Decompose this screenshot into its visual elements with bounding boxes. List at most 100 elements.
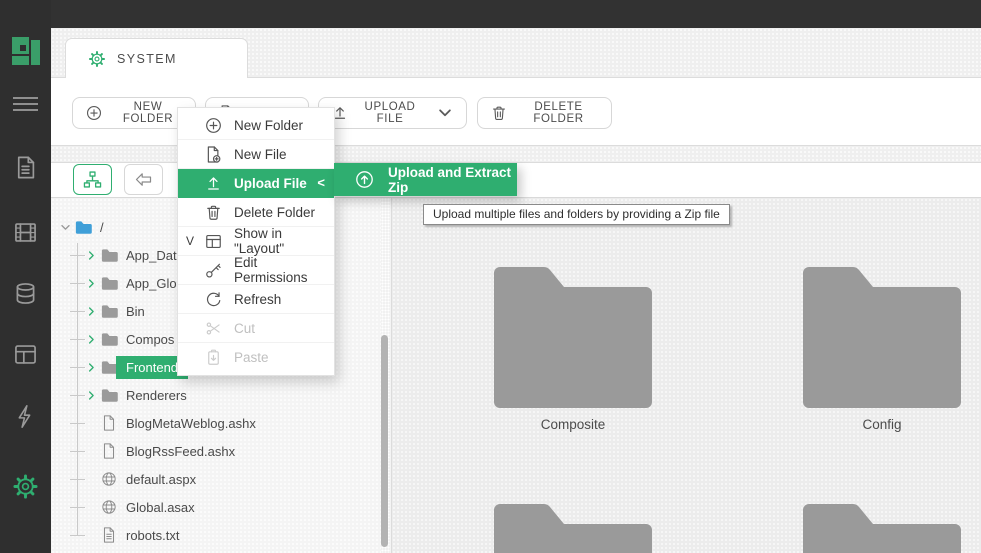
expander-right-icon[interactable] <box>85 277 98 290</box>
tree-item-label: App_Glo <box>126 275 177 291</box>
plus-circle-icon <box>204 116 223 135</box>
tooltip-text: Upload multiple files and folders by pro… <box>433 207 720 221</box>
folder-tile[interactable] <box>797 494 967 553</box>
button-label: UPLOAD FILE <box>364 101 416 125</box>
file-blank-icon <box>100 442 118 460</box>
tab-label: SYSTEM <box>117 52 177 66</box>
tree-item-label: Renderers <box>126 387 187 403</box>
tree-item-blogmetaweblog-ashx[interactable]: BlogMetaWeblog.ashx <box>51 409 391 437</box>
sidebar-item-content[interactable] <box>0 147 51 187</box>
lightning-icon <box>12 403 39 430</box>
tooltip: Upload multiple files and folders by pro… <box>423 204 730 225</box>
content-panel: Composite Config <box>392 198 981 553</box>
plus-circle-icon <box>85 104 103 122</box>
tree-item-label: default.aspx <box>126 471 197 487</box>
key-icon <box>204 261 223 280</box>
menu-item-label: Edit Permissions <box>234 255 308 285</box>
tree-connector <box>70 339 85 340</box>
checkmark: V <box>186 234 195 248</box>
app-window: SYSTEM NEW FOLDER UPLOAD FILE DELETE FOLDE… <box>0 0 981 553</box>
sidebar-item-functions[interactable] <box>0 396 51 436</box>
folder-open-icon <box>74 218 92 236</box>
org-chart-icon <box>82 169 103 190</box>
folder-tile-config[interactable]: Config <box>797 257 967 432</box>
folder-icon <box>488 494 658 553</box>
tree-connector <box>70 255 85 256</box>
tree-connector <box>70 507 85 508</box>
sidebar-item-media[interactable] <box>0 212 51 252</box>
tree-item-renderers[interactable]: Renderers <box>51 381 391 409</box>
layout-icon <box>204 232 223 251</box>
menu-item-refresh[interactable]: Refresh <box>178 285 334 314</box>
menu-item-delete-folder[interactable]: Delete Folder <box>178 198 334 227</box>
folder-icon <box>488 257 658 408</box>
sidebar-item-system[interactable] <box>0 466 51 506</box>
folder-icon <box>797 257 967 408</box>
expander-down-icon[interactable] <box>59 221 72 234</box>
menu-item-label: New Folder <box>234 117 304 133</box>
menu-item-show-in-layout[interactable]: V Show in "Layout" <box>178 226 334 256</box>
button-label: NEW FOLDER <box>122 101 174 125</box>
folder-icon <box>100 330 118 348</box>
tree-item-label: Compos <box>126 331 175 347</box>
expander-right-icon[interactable] <box>85 333 98 346</box>
tree-item-label: Bin <box>126 303 145 319</box>
menu-item-edit-permissions[interactable]: Edit Permissions <box>178 255 334 285</box>
tree-item-default-aspx[interactable]: default.aspx <box>51 465 391 493</box>
tree-connector <box>70 479 85 480</box>
refresh-icon <box>204 290 223 309</box>
film-icon <box>12 219 39 246</box>
chevron-down-icon <box>436 104 454 122</box>
tree-connector <box>70 311 85 312</box>
folder-icon <box>100 274 118 292</box>
expander-right-icon[interactable] <box>85 249 98 262</box>
menu-item-new-file[interactable]: New File <box>178 140 334 169</box>
menu-item-upload-file[interactable]: Upload File < <box>178 169 334 198</box>
upload-icon <box>204 174 223 193</box>
file-plus-icon <box>204 145 223 164</box>
button-label: DELETE FOLDER <box>533 101 584 125</box>
delete-folder-button[interactable]: DELETE FOLDER <box>477 97 612 129</box>
folder-tile-composite[interactable]: Composite <box>488 257 658 432</box>
tree-item-robots-txt[interactable]: robots.txt <box>51 521 391 549</box>
folder-tile[interactable] <box>488 494 658 553</box>
gear-icon <box>88 50 106 68</box>
folder-tile-label: Composite <box>540 417 606 432</box>
tree-item-label: Global.asax <box>126 499 195 515</box>
tree-item-global-asax[interactable]: Global.asax <box>51 493 391 521</box>
expander-right-icon[interactable] <box>85 389 98 402</box>
context-menu: New Folder New File Upload File < Delete Fol… <box>177 107 335 376</box>
database-icon <box>12 280 39 307</box>
tab-system[interactable]: SYSTEM <box>65 38 248 79</box>
folder-icon <box>100 246 118 264</box>
menu-toggle-icon[interactable] <box>13 97 38 113</box>
upload-circle-icon <box>354 169 375 190</box>
menu-item-new-folder[interactable]: New Folder <box>178 111 334 140</box>
sidebar-item-layout[interactable] <box>0 334 51 374</box>
file-blank-icon <box>100 414 118 432</box>
tree-connector <box>70 395 85 396</box>
upload-file-button[interactable]: UPLOAD FILE <box>318 97 467 129</box>
tree-connector <box>70 451 85 452</box>
tree-item-blogrssfeed-ashx[interactable]: BlogRssFeed.ashx <box>51 437 391 465</box>
file-text-icon <box>100 526 118 544</box>
folder-icon <box>797 494 967 553</box>
menu-item-label: Refresh <box>234 291 282 307</box>
folder-icon <box>100 386 118 404</box>
document-icon <box>12 154 39 181</box>
expander-right-icon[interactable] <box>85 305 98 318</box>
tree-item-label: BlogMetaWeblog.ashx <box>126 415 256 431</box>
app-logo[interactable] <box>12 37 40 65</box>
expander-right-icon[interactable] <box>85 361 98 374</box>
tree-connector <box>70 535 85 536</box>
tree-item-label: / <box>100 219 104 235</box>
menu-item-label: Cut <box>234 320 256 336</box>
sidebar-item-data[interactable] <box>0 273 51 313</box>
tree-view-button[interactable] <box>73 164 112 195</box>
context-submenu[interactable]: Upload and Extract Zip <box>334 163 517 196</box>
back-button[interactable] <box>124 164 163 195</box>
sidebar <box>0 0 51 553</box>
submenu-marker-icon: < <box>317 175 325 190</box>
submenu-item-label: Upload and Extract Zip <box>388 164 512 195</box>
layout-icon <box>12 341 39 368</box>
